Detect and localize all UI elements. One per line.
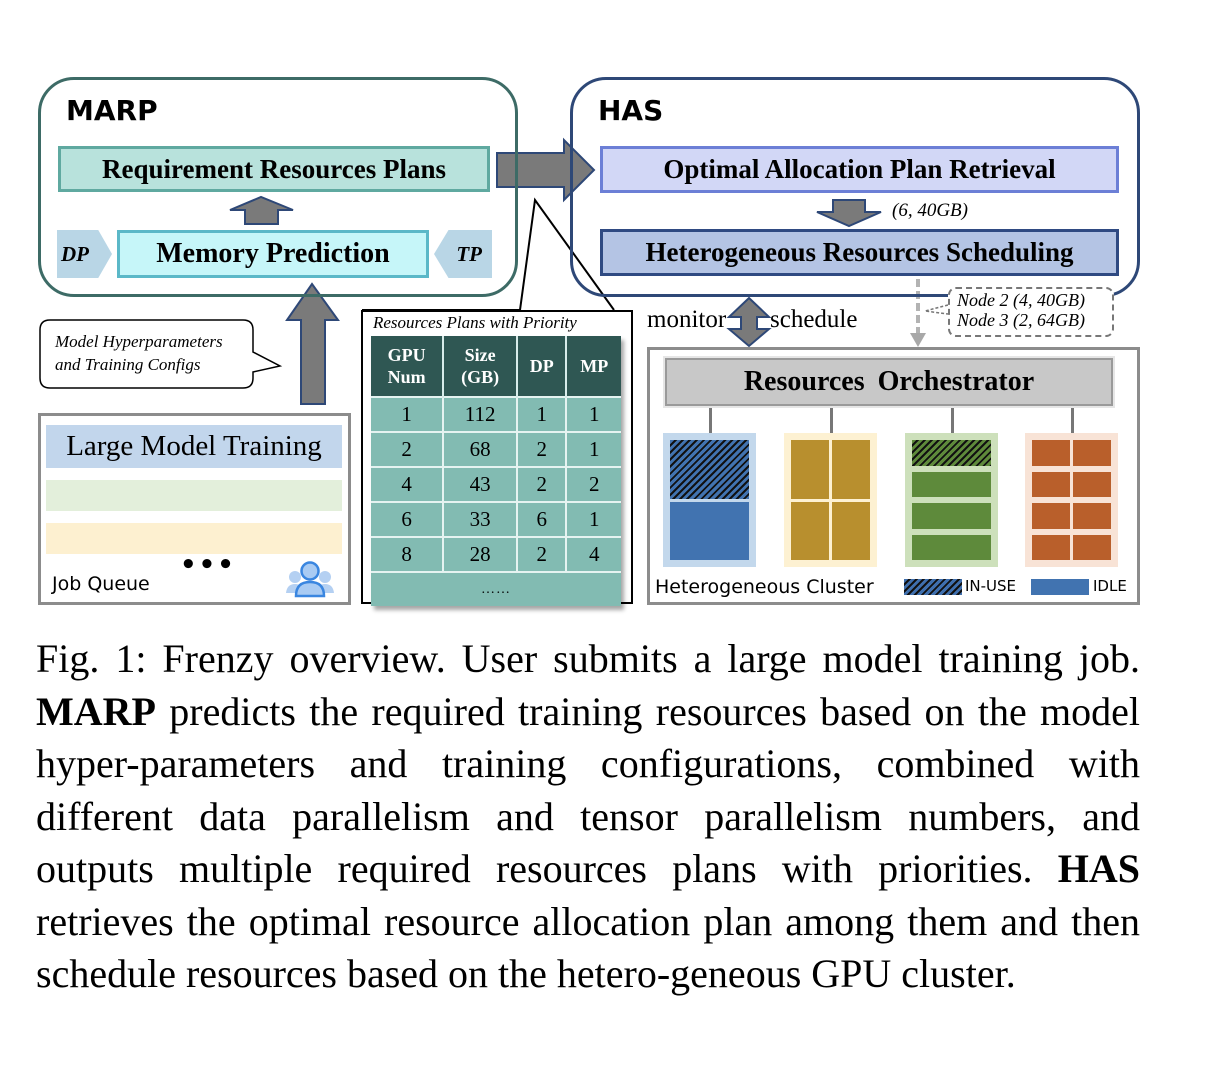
gpu-cell-idle [912, 534, 991, 560]
orchestrator-link [830, 408, 833, 433]
orchestrator-link [709, 408, 712, 433]
table-row: 1 112 1 1 [371, 396, 621, 432]
gpu-cell-in-use [912, 440, 991, 466]
input-up-arrow [285, 282, 340, 405]
caption-has: HAS [1057, 846, 1141, 891]
header-size-gb: Size (GB) [443, 336, 519, 397]
resource-plans-table: GPU Num Size (GB) DP MP 1 112 1 1 2 68 2 1… [371, 336, 621, 606]
node-assignment-line: Node 2 (4, 40GB) [957, 290, 1085, 310]
cell-mp: 1 [566, 431, 621, 467]
cell-size: 112 [443, 396, 519, 432]
job-queue-label: Job Queue [52, 573, 150, 595]
header-mp: MP [566, 336, 621, 397]
gpu-cell-idle [832, 501, 870, 560]
gpu-node-blue [663, 433, 756, 567]
cell-gpu-num: 1 [371, 396, 445, 432]
marp-title: MARP [66, 94, 158, 127]
cell-size: 28 [443, 536, 519, 572]
cell-mp: 2 [566, 466, 621, 502]
cell-more: …… [371, 571, 621, 606]
cell-mp: 1 [566, 501, 621, 537]
table-row: 6 33 6 1 [371, 501, 621, 537]
job-queue-more: ••• [180, 550, 236, 580]
cell-mp: 4 [566, 536, 621, 572]
gpu-cell-idle [670, 501, 749, 560]
gpu-cell-idle [791, 440, 829, 499]
legend-in-use-swatch [904, 579, 962, 595]
cell-dp: 2 [517, 431, 568, 467]
gpu-node-orange [1025, 433, 1118, 567]
memory-prediction-box: Memory Prediction [117, 230, 429, 278]
has-title: HAS [598, 94, 664, 127]
gpu-node-green [905, 433, 998, 567]
table-row: 4 43 2 2 [371, 466, 621, 502]
caption-prefix: Fig. 1: Frenzy overview. User submits a … [36, 636, 1140, 681]
heterogeneous-cluster-label: Heterogeneous Cluster [655, 576, 874, 598]
gpu-cell-idle [1073, 534, 1111, 560]
cell-size: 33 [443, 501, 519, 537]
resources-orchestrator-box: Resources Orchestrator [663, 356, 1115, 408]
orchestrator-link [951, 408, 954, 433]
monitor-schedule-arrow [726, 296, 772, 348]
cell-mp: 1 [566, 396, 621, 432]
caption-marp: MARP [36, 688, 156, 734]
orchestrator-link [1071, 408, 1074, 433]
cell-gpu-num: 4 [371, 466, 445, 502]
selected-plan-label: (6, 40GB) [892, 200, 968, 221]
hyperparams-callout-line1: Model Hyperparameters [55, 332, 223, 351]
gpu-cell-idle [1073, 503, 1111, 529]
gpu-cell-idle [912, 503, 991, 529]
job-item [46, 480, 342, 511]
gpu-cell-idle [791, 501, 829, 560]
cell-dp: 6 [517, 501, 568, 537]
table-row: 8 28 2 4 [371, 536, 621, 572]
table-header-row: GPU Num Size (GB) DP MP [371, 336, 621, 397]
users-icon [285, 560, 335, 598]
gpu-cell-in-use [670, 440, 749, 499]
schedule-dashed-arrowhead [910, 333, 926, 347]
gpu-cell-idle [1073, 471, 1111, 497]
monitor-label: monitor [647, 306, 727, 333]
gpu-node-gold [784, 433, 877, 567]
node-assignment-text: Node 2 (4, 40GB) Node 3 (2, 64GB) [957, 290, 1085, 330]
cell-dp: 2 [517, 466, 568, 502]
hyperparams-callout-line2: and Training Configs [55, 355, 201, 374]
node-callout-pointer [924, 304, 949, 315]
figure-caption: Fig. 1: Frenzy overview. User submits a … [36, 633, 1140, 1001]
legend-idle-label: IDLE [1093, 577, 1127, 595]
gpu-cell-idle [1073, 440, 1111, 466]
caption-middle: predicts the required training resources… [36, 688, 1141, 892]
cell-size: 68 [443, 431, 519, 467]
cell-gpu-num: 2 [371, 431, 445, 467]
job-item-large-model-training: Large Model Training [46, 425, 342, 468]
gpu-cell-idle [1032, 534, 1070, 560]
cell-dp: 2 [517, 536, 568, 572]
header-gpu-num: GPU Num [371, 336, 445, 397]
cell-gpu-num: 6 [371, 501, 445, 537]
requirement-resources-plans-box: Requirement Resources Plans [58, 146, 490, 192]
table-row-more: …… [371, 571, 621, 606]
heterogeneous-scheduling-box: Heterogeneous Resources Scheduling [600, 229, 1119, 276]
optimal-allocation-plan-box: Optimal Allocation Plan Retrieval [600, 146, 1119, 193]
hyperparams-callout: Model Hyperparameters and Training Confi… [55, 330, 223, 376]
resource-plans-caption: Resources Plans with Priority [373, 313, 577, 332]
legend-idle-swatch [1031, 579, 1089, 595]
legend-in-use-label: IN-USE [965, 577, 1017, 595]
header-dp: DP [517, 336, 568, 397]
caption-suffix: retrieves the optimal resource allocatio… [36, 898, 1140, 997]
gpu-cell-idle [1032, 471, 1070, 497]
gpu-cell-idle [832, 440, 870, 499]
gpu-cell-idle [912, 471, 991, 497]
gpu-cell-idle [1032, 440, 1070, 466]
gpu-cell-idle [1032, 503, 1070, 529]
cell-gpu-num: 8 [371, 536, 445, 572]
cell-dp: 1 [517, 396, 568, 432]
cell-size: 43 [443, 466, 519, 502]
schedule-label: schedule [770, 306, 858, 333]
node-assignment-line: Node 3 (2, 64GB) [957, 310, 1085, 330]
table-row: 2 68 2 1 [371, 431, 621, 467]
